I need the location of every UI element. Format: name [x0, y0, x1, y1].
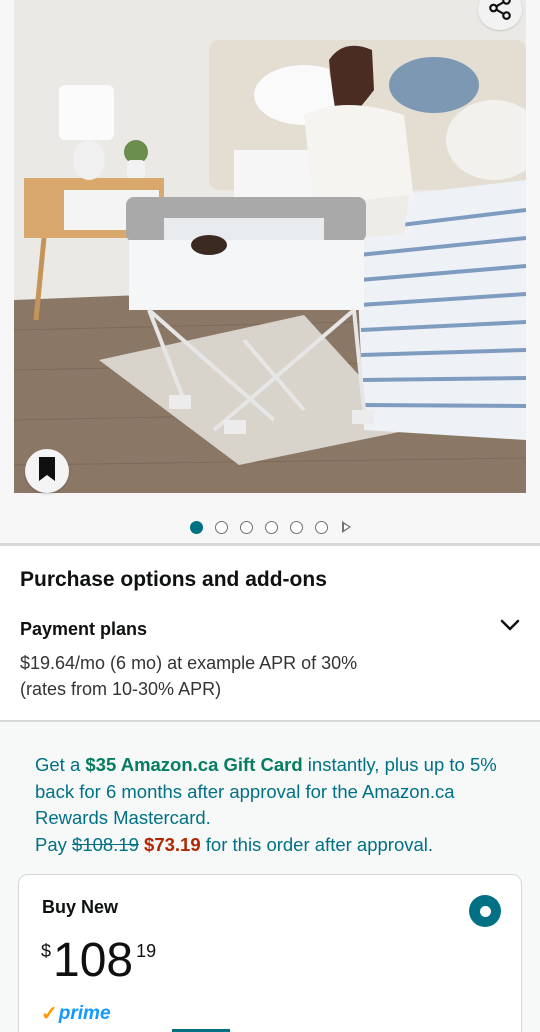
payment-plans-line: (rates from 10-30% APR) — [20, 679, 222, 699]
credit-card-promo[interactable]: Get a $35 Amazon.ca Gift Card instantly,… — [35, 752, 515, 858]
buy-new-option[interactable]: Buy New $ 108 19 ✓ prime — [18, 874, 522, 1032]
section-title: Purchase options and add-ons — [20, 568, 327, 591]
prime-badge: ✓ prime — [41, 1001, 111, 1026]
promo-text: Get a — [35, 754, 86, 775]
carousel-dot[interactable] — [289, 520, 303, 534]
payment-plans-line: $19.64/mo (6 mo) at example APR of 30% — [20, 653, 358, 673]
price: $ 108 19 — [41, 933, 156, 989]
prime-label: prime — [58, 1002, 111, 1024]
price-currency: $ — [41, 941, 52, 961]
buy-new-radio[interactable] — [469, 895, 501, 927]
product-image-gallery — [0, 0, 540, 545]
carousel-dot[interactable] — [189, 520, 203, 534]
carousel-dot[interactable] — [264, 520, 278, 534]
carousel-dot[interactable] — [214, 520, 228, 534]
share-icon — [487, 0, 513, 26]
bookmark-icon — [37, 456, 57, 487]
promo-text: Pay — [35, 833, 73, 855]
price-whole: 108 — [53, 934, 134, 987]
original-price: $108.19 — [72, 833, 139, 855]
carousel-dot[interactable] — [314, 520, 328, 534]
product-page: Purchase options and add-ons Payment pla… — [0, 0, 540, 1032]
price-fraction: 19 — [136, 941, 157, 961]
gift-card-amount: $35 Amazon.ca Gift Card — [85, 754, 303, 775]
divider — [0, 543, 540, 546]
payment-plans-title[interactable]: Payment plans — [20, 619, 147, 640]
play-icon[interactable] — [341, 521, 351, 533]
image-carousel-dots — [0, 518, 540, 536]
promo-text: for this order after approval. — [200, 833, 434, 855]
product-image[interactable] — [14, 0, 526, 493]
buy-new-label: Buy New — [42, 897, 119, 917]
chevron-down-icon[interactable] — [498, 613, 522, 637]
prime-check-icon: ✓ — [41, 1003, 58, 1025]
discounted-price: $73.19 — [144, 833, 201, 855]
payment-plans-details: $19.64/mo (6 mo) at example APR of 30% (… — [20, 650, 357, 702]
save-to-list-button[interactable] — [25, 449, 69, 493]
carousel-dot[interactable] — [239, 520, 253, 534]
